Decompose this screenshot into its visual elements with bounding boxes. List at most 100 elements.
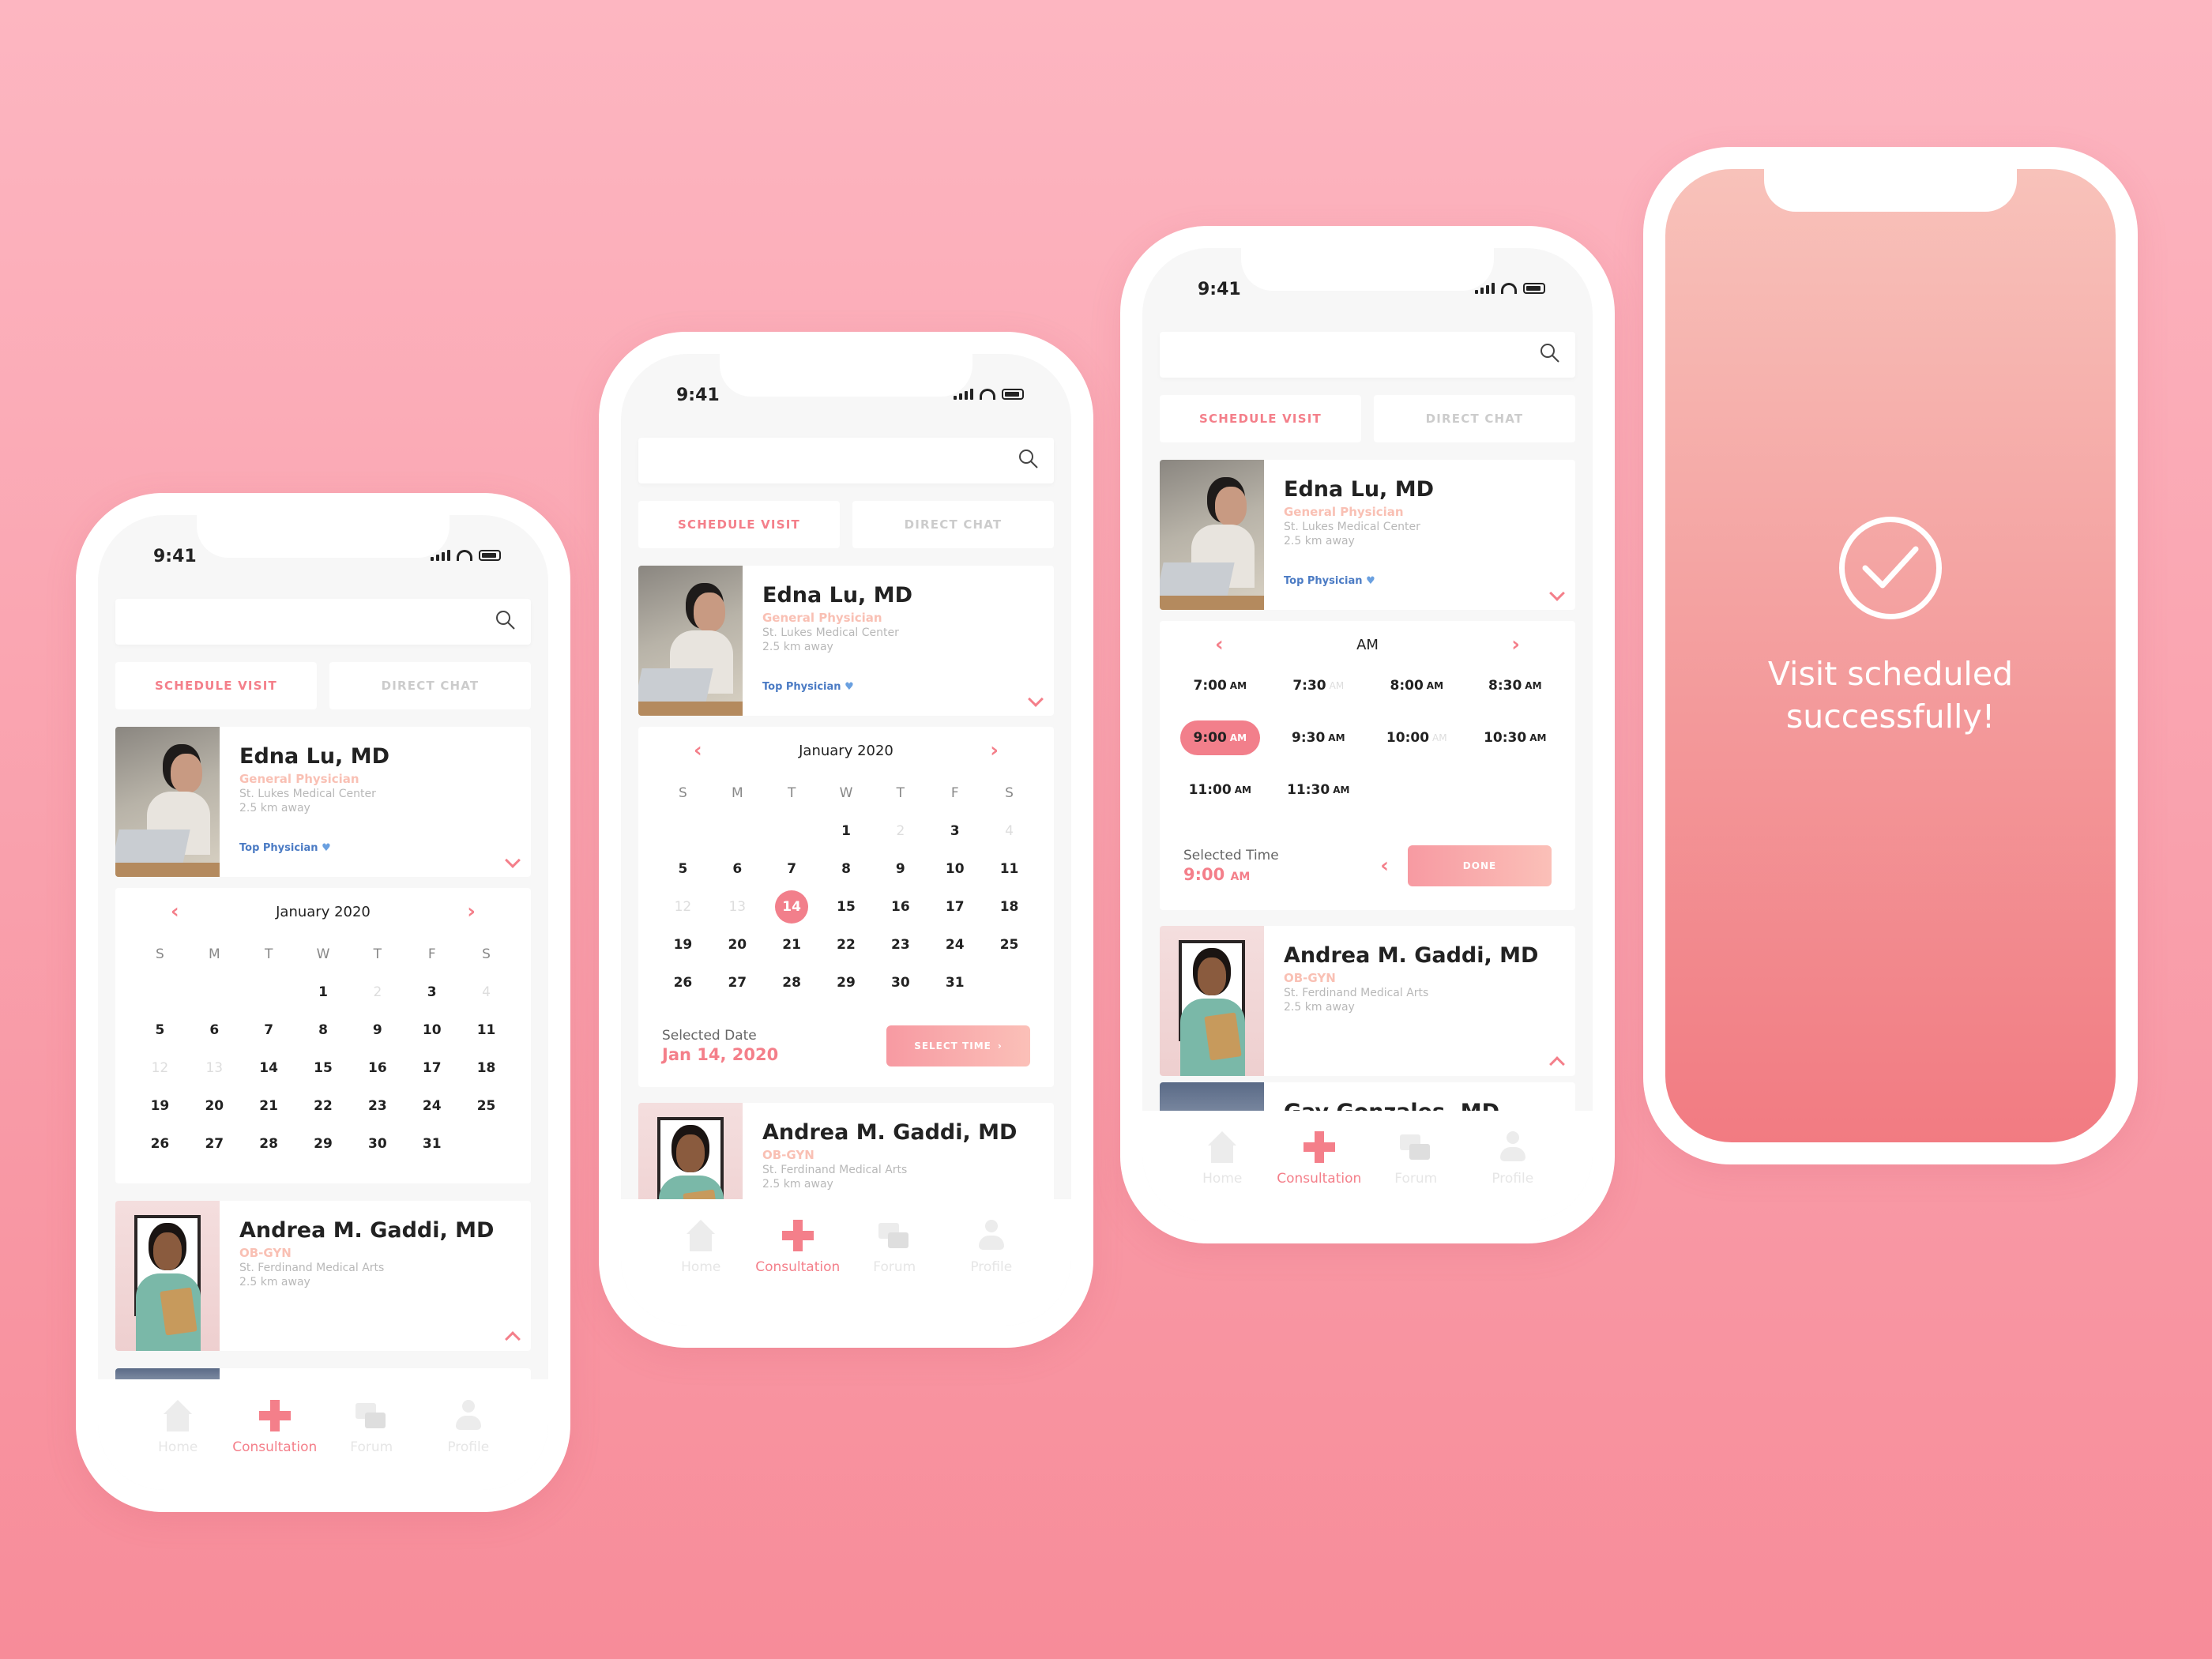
calendar-day[interactable]: 8	[296, 1011, 351, 1049]
calendar-day[interactable]: 30	[350, 1125, 404, 1163]
time-slot[interactable]: 9:00 AM	[1180, 720, 1260, 755]
search-icon[interactable]	[495, 609, 517, 631]
tab-direct-chat[interactable]: DIRECT CHAT	[329, 662, 531, 709]
calendar-day[interactable]: 26	[133, 1125, 187, 1163]
search-input[interactable]	[1160, 332, 1575, 378]
calendar-day[interactable]: 6	[710, 850, 765, 888]
tab-schedule-visit[interactable]: SCHEDULE VISIT	[1160, 395, 1361, 442]
calendar-day[interactable]: 30	[873, 964, 927, 1002]
prev-period-icon[interactable]: ‹	[1215, 633, 1224, 656]
calendar-day[interactable]: 31	[404, 1125, 459, 1163]
calendar-day[interactable]: 29	[296, 1125, 351, 1163]
nav-consultation[interactable]: Consultation	[231, 1379, 318, 1490]
calendar-day[interactable]: 22	[296, 1087, 351, 1125]
calendar-day[interactable]: 1	[819, 812, 874, 850]
calendar-day[interactable]: 4	[982, 812, 1036, 850]
chevron-up-icon[interactable]	[505, 1331, 521, 1347]
calendar-day[interactable]: 28	[765, 964, 819, 1002]
search-input[interactable]	[115, 599, 531, 645]
calendar-day[interactable]: 4	[459, 973, 514, 1011]
calendar-day[interactable]: 12	[656, 888, 710, 926]
doctor-card[interactable]: Edna Lu, MD General Physician St. Lukes …	[115, 727, 531, 877]
calendar-day[interactable]: 19	[656, 926, 710, 964]
next-month-icon[interactable]: ›	[990, 739, 999, 762]
calendar-day[interactable]: 12	[133, 1049, 187, 1087]
calendar-day[interactable]: 6	[187, 1011, 242, 1049]
calendar-day[interactable]: 3	[404, 973, 459, 1011]
time-slot[interactable]: 11:00 AM	[1171, 773, 1270, 807]
calendar-day[interactable]: 15	[296, 1049, 351, 1087]
prev-month-icon[interactable]: ‹	[694, 739, 702, 762]
search-input[interactable]	[638, 438, 1054, 483]
calendar-day[interactable]: 25	[982, 926, 1036, 964]
nav-forum[interactable]: Forum	[1372, 1111, 1459, 1221]
calendar-day[interactable]: 24	[404, 1087, 459, 1125]
prev-month-icon[interactable]: ‹	[171, 900, 179, 924]
calendar-day[interactable]: 11	[982, 850, 1036, 888]
time-slot[interactable]: 8:00 AM	[1367, 668, 1466, 703]
calendar-day[interactable]: 14	[242, 1049, 296, 1087]
calendar-day[interactable]: 29	[819, 964, 874, 1002]
calendar-day[interactable]: 2	[873, 812, 927, 850]
calendar-day[interactable]: 2	[350, 973, 404, 1011]
nav-consultation[interactable]: Consultation	[754, 1199, 841, 1326]
nav-home[interactable]: Home	[134, 1379, 221, 1490]
calendar-day[interactable]: 9	[873, 850, 927, 888]
time-slot[interactable]: 8:30 AM	[1466, 668, 1565, 703]
calendar-day[interactable]: 18	[982, 888, 1036, 926]
calendar-day[interactable]: 7	[765, 850, 819, 888]
calendar-day[interactable]: 26	[656, 964, 710, 1002]
tab-schedule-visit[interactable]: SCHEDULE VISIT	[115, 662, 317, 709]
calendar-day[interactable]: 17	[927, 888, 982, 926]
calendar-day[interactable]: 23	[873, 926, 927, 964]
nav-forum[interactable]: Forum	[851, 1199, 938, 1326]
calendar-day[interactable]: 1	[296, 973, 351, 1011]
calendar-day[interactable]: 5	[133, 1011, 187, 1049]
calendar-day[interactable]: 25	[459, 1087, 514, 1125]
calendar-day[interactable]: 10	[927, 850, 982, 888]
search-icon[interactable]	[1539, 342, 1561, 364]
nav-home[interactable]: Home	[1179, 1111, 1266, 1221]
calendar-day[interactable]: 27	[187, 1125, 242, 1163]
calendar-day[interactable]: 11	[459, 1011, 514, 1049]
calendar-day[interactable]: 31	[927, 964, 982, 1002]
nav-profile[interactable]: Profile	[1469, 1111, 1556, 1221]
nav-home[interactable]: Home	[657, 1199, 744, 1326]
calendar-day[interactable]: 21	[242, 1087, 296, 1125]
chevron-up-icon[interactable]	[1549, 1056, 1565, 1072]
calendar-day[interactable]: 9	[350, 1011, 404, 1049]
calendar-day[interactable]: 14	[765, 888, 819, 926]
calendar-day[interactable]: 21	[765, 926, 819, 964]
tab-schedule-visit[interactable]: SCHEDULE VISIT	[638, 501, 840, 548]
calendar-day[interactable]: 20	[187, 1087, 242, 1125]
calendar-day[interactable]: 13	[710, 888, 765, 926]
calendar-day[interactable]: 20	[710, 926, 765, 964]
chevron-down-icon[interactable]	[1028, 691, 1044, 707]
search-icon[interactable]	[1018, 448, 1040, 470]
back-icon[interactable]: ‹	[1380, 854, 1389, 878]
calendar-day[interactable]: 10	[404, 1011, 459, 1049]
time-slot[interactable]: 10:30 AM	[1466, 720, 1565, 755]
calendar-day[interactable]: 15	[819, 888, 874, 926]
nav-consultation[interactable]: Consultation	[1276, 1111, 1363, 1221]
calendar-day[interactable]: 19	[133, 1087, 187, 1125]
calendar-day[interactable]: 16	[873, 888, 927, 926]
doctor-card[interactable]: Andrea M. Gaddi, MD OB-GYN St. Ferdinand…	[1160, 926, 1575, 1076]
next-period-icon[interactable]: ›	[1511, 633, 1520, 656]
calendar-day[interactable]: 3	[927, 812, 982, 850]
doctor-card[interactable]: Edna Lu, MD General Physician St. Lukes …	[1160, 460, 1575, 610]
calendar-day[interactable]: 16	[350, 1049, 404, 1087]
calendar-day[interactable]: 28	[242, 1125, 296, 1163]
done-button[interactable]: DONE	[1408, 845, 1552, 886]
chevron-down-icon[interactable]	[1549, 585, 1565, 601]
calendar-day[interactable]: 5	[656, 850, 710, 888]
next-month-icon[interactable]: ›	[467, 900, 476, 924]
time-slot[interactable]: 9:30 AM	[1270, 720, 1368, 755]
calendar-day[interactable]: 13	[187, 1049, 242, 1087]
calendar-day[interactable]: 7	[242, 1011, 296, 1049]
nav-profile[interactable]: Profile	[948, 1199, 1035, 1326]
calendar-day[interactable]: 22	[819, 926, 874, 964]
chevron-down-icon[interactable]	[505, 852, 521, 868]
doctor-card[interactable]: Edna Lu, MD General Physician St. Lukes …	[638, 566, 1054, 716]
time-slot[interactable]: 11:30 AM	[1270, 773, 1368, 807]
